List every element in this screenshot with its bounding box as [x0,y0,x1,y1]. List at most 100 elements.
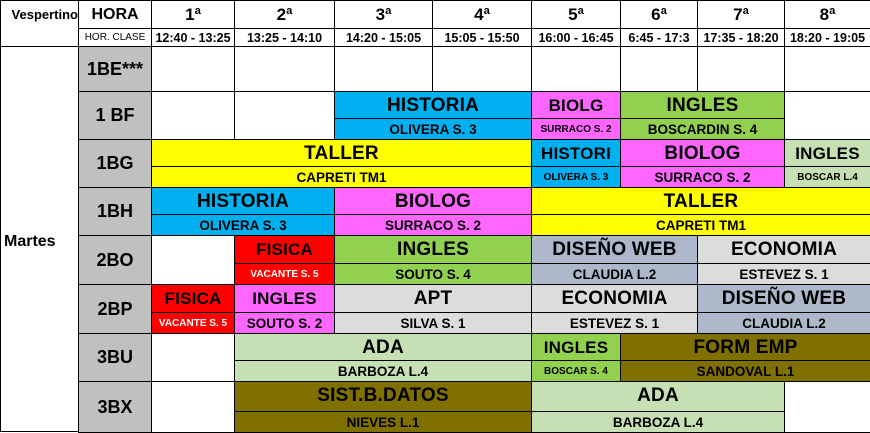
class-block: BIOLOG SURRACO S. 2 [334,187,532,236]
class-block: TALLER CAPRETI TM1 [151,139,532,188]
teacher-room: ESTEVEZ S. 1 [698,263,870,284]
class-block: DISEÑO WEB CLAUDIA L.2 [697,284,870,334]
subject-name: ADA [637,385,679,406]
group-name: 2BO [78,235,152,285]
subject-name: FISICA [164,289,222,308]
class-block: ECONOMIA ESTEVEZ S. 1 [697,235,870,285]
subject-name: INGLES [252,289,317,308]
teacher-room: ESTEVEZ S. 1 [532,312,697,333]
group-name: 1BH [78,187,152,236]
subject-name: INGLES [397,239,469,260]
group-name: 2BP [78,284,152,334]
subject-name: ECONOMIA [730,239,838,260]
day-label: Martes [0,46,79,432]
subject-name: BIOLOG [394,191,472,212]
group-name: 1BE*** [78,46,152,92]
teacher-room: OLIVERA S. 3 [152,214,334,235]
empty-slot [234,46,335,92]
empty-slot [531,46,621,92]
hora-label: HORA [78,0,152,29]
subject-name: APT [413,288,453,309]
class-block: FISICA VACANTE S. 5 [234,235,335,285]
empty-slot [151,333,235,382]
empty-slot [151,235,235,285]
class-block: TALLER CAPRETI TM1 [531,187,870,236]
class-block: HISTORIA OLIVERA S. 3 [151,187,335,236]
shift-label: Vespertino [0,0,79,47]
period-time: 15:05 - 15:50 [432,28,532,47]
class-block: INGLES BOSCAR L.4 [784,139,870,188]
teacher-room: VACANTE S. 5 [152,312,234,333]
period-time: 16:00 - 16:45 [531,28,621,47]
teacher-room: OLIVERA S. 3 [335,118,531,139]
teacher-room: BOSCAR L.4 [785,166,870,187]
period-time: 17:35 - 18:20 [697,28,785,47]
teacher-room: SOUTO S. 4 [335,263,531,284]
teacher-room: SURRACO S. 2 [335,214,531,235]
teacher-room: CLAUDIA L.2 [698,312,870,333]
period-time: 12:40 - 13:25 [151,28,235,47]
subject-name: TALLER [304,143,379,164]
class-block: ECONOMIA ESTEVEZ S. 1 [531,284,698,334]
subject-name: ECONOMIA [561,288,668,309]
class-block: BIOLG SURRACO S. 2 [531,91,621,140]
teacher-room: BOSCAR S. 4 [532,360,620,381]
period-header: 4ª [432,0,532,29]
subject-name: ADA [362,337,404,358]
class-block: FISICA VACANTE S. 5 [151,284,235,334]
teacher-room: SURRACO S. 2 [621,166,784,187]
hor-clase-label: HOR. CLASE [78,28,152,47]
empty-slot [234,91,335,140]
period-header: 1ª [151,0,235,29]
teacher-room: CLAUDIA L.2 [532,263,697,284]
subject-name: HISTORIA [386,95,480,116]
teacher-room: OLIVERA S. 3 [532,166,620,187]
class-block: FORM EMP SANDOVAL L.1 [620,333,870,382]
teacher-room: BOSCARDIN S. 4 [621,118,784,139]
class-block: SIST.B.DATOS NIEVES L.1 [234,381,532,433]
teacher-room: BARBOZA L.4 [532,411,784,432]
class-block: HISTORIA OLIVERA S. 3 [334,91,532,140]
class-block: INGLES SOUTO S. 4 [334,235,532,285]
group-name: 1 BF [78,91,152,140]
empty-slot [784,381,870,433]
class-block: HISTORI OLIVERA S. 3 [531,139,621,188]
teacher-room: VACANTE S. 5 [235,263,334,284]
class-block: ADA BARBOZA L.4 [234,333,532,382]
empty-slot [620,46,698,92]
group-name: 3BX [78,381,152,433]
class-block: DISEÑO WEB CLAUDIA L.2 [531,235,698,285]
subject-name: BIOLG [548,96,604,115]
teacher-room: SANDOVAL L.1 [621,360,870,381]
empty-slot [432,46,532,92]
subject-name: FISICA [256,240,313,259]
teacher-room: SILVA S. 1 [335,312,531,333]
empty-slot [151,381,235,433]
period-header: 7ª [697,0,785,29]
subject-name: DISEÑO WEB [552,239,677,260]
teacher-room: SOUTO S. 2 [235,312,334,333]
teacher-room: CAPRETI TM1 [532,214,870,235]
class-block: BIOLOG SURRACO S. 2 [620,139,785,188]
subject-name: TALLER [663,191,739,212]
subject-name: HISTORIA [196,191,290,212]
subject-name: HISTORI [540,144,612,163]
group-name: 3BU [78,333,152,382]
empty-slot [151,91,235,140]
empty-slot [151,46,235,92]
subject-name: INGLES [795,144,860,163]
teacher-room: SURRACO S. 2 [532,118,620,139]
class-block: INGLES BOSCARDIN S. 4 [620,91,785,140]
period-header: 2ª [234,0,335,29]
period-header: 6ª [620,0,698,29]
schedule-grid: Vespertino HORA HOR. CLASE 1ª 12:40 - 13:25 2… [0,0,870,433]
period-time: 6:45 - 17:3 [620,28,698,47]
teacher-room: NIEVES L.1 [235,411,531,432]
group-name: 1BG [78,139,152,188]
period-time: 14:20 - 15:05 [334,28,433,47]
period-header: 8ª [784,0,870,29]
period-time: 13:25 - 14:10 [234,28,335,47]
subject-name: FORM EMP [693,337,798,358]
empty-slot [334,46,433,92]
subject-name: INGLES [666,95,739,116]
